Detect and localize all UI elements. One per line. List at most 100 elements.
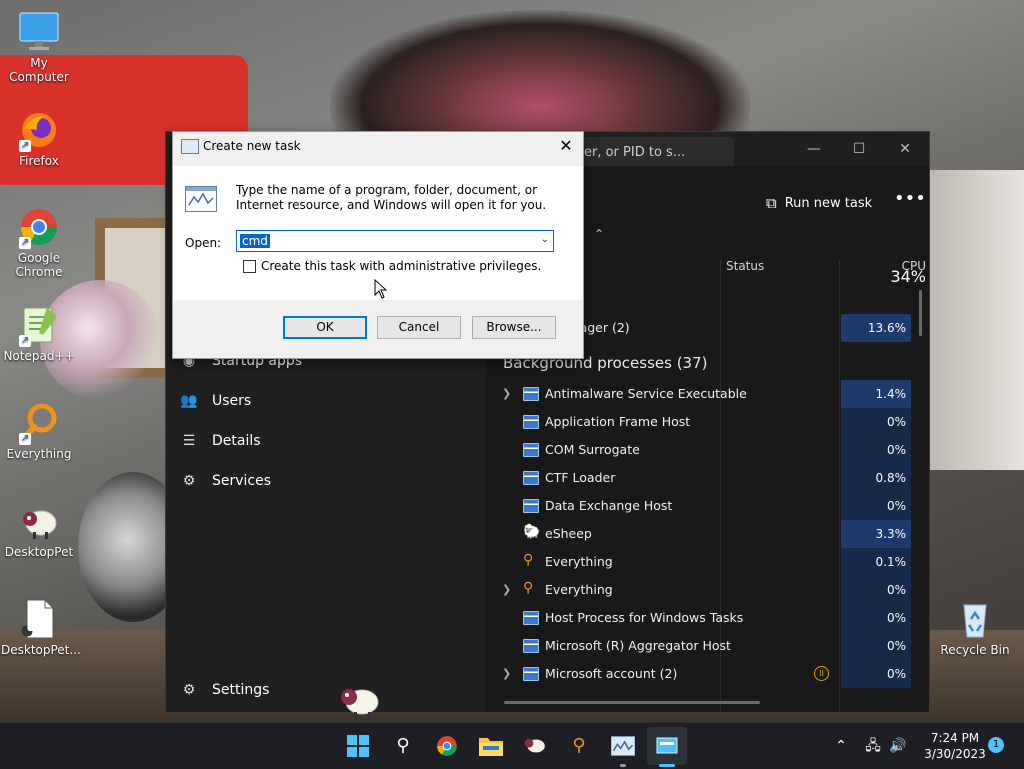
window-app-icon [523,611,539,625]
everything-icon: ↗ [17,401,61,445]
more-options-icon[interactable]: ••• [894,188,926,209]
suspended-pause-icon: II [814,666,829,681]
search-icon[interactable]: ⚲ [388,731,418,761]
desktop-icon-notepadpp[interactable]: ↗ Notepad++ [1,303,77,363]
table-row[interactable]: COM Surrogate 0% [486,436,929,464]
table-row[interactable]: CTF Loader 0.8% [486,464,929,492]
run-task-icon: ⧉ [766,194,777,212]
desktop-icon-label: Google Chrome [15,251,63,279]
details-list-icon: ☰ [182,433,196,449]
column-status[interactable]: Status [726,259,764,273]
clock-time: 7:24 PM [930,731,980,745]
table-row[interactable]: Data Exchange Host 0% [486,492,929,520]
cancel-button[interactable]: Cancel [377,316,461,339]
desktop-icon-everything[interactable]: ↗ Everything [1,401,77,461]
nav-settings[interactable]: ⚙ Settings [180,677,270,703]
open-label: Open: [185,236,222,250]
horizontal-scrollbar[interactable] [504,701,760,704]
chrome-icon[interactable] [432,731,462,761]
checkbox-box[interactable] [243,259,256,273]
users-icon: 👥 [180,393,198,409]
everything-icon[interactable]: ⚲ [564,731,594,761]
table-row[interactable]: Host Process for Windows Tasks 0% [486,604,929,632]
close-icon[interactable]: ✕ [553,134,579,158]
vertical-scrollbar[interactable] [919,290,922,336]
window-app-icon [523,471,539,485]
chevron-down-icon[interactable]: ⌄ [541,234,549,245]
firefox-icon: ↗ [17,108,61,152]
system-clock[interactable]: 7:24 PM 3/30/2023 [920,730,990,762]
task-manager-icon[interactable] [608,731,638,761]
nav-details[interactable]: ☰ Details [180,428,261,454]
taskbar: ⚲ ⚲ ⌃ 🖧 🔊 7:24 PM 3/30/2023 1 [0,722,1024,769]
window-app-icon [523,667,539,681]
desktop-pet-sheep[interactable] [338,682,382,725]
notification-badge[interactable]: 1 [988,737,1004,753]
maximize-icon[interactable]: ☐ [839,136,879,162]
browse-button[interactable]: Browse... [472,316,556,339]
expand-chevron-icon[interactable]: ❯ [502,583,511,596]
desktop-icon-my-computer[interactable]: My Computer [1,10,77,84]
desktop-icon-label: Firefox [19,154,59,168]
ok-button[interactable]: OK [283,316,367,339]
run-new-task-button[interactable]: ⧉ Run new task [766,194,872,212]
desktop-icon-label: DesktopPet... [1,643,81,657]
volume-icon[interactable]: 🔊 [883,731,913,761]
run-dialog-icon [181,139,199,154]
notepadpp-icon: ↗ [17,303,61,347]
services-gear-icon: ⚙ [182,473,196,489]
desktop-icon-label: My Computer [9,56,69,84]
chevron-up-icon[interactable]: ⌃ [826,731,856,761]
file-explorer-icon[interactable] [476,731,506,761]
shortcut-arrow-icon: ↗ [19,335,31,347]
sheep-icon: 🐑 [523,524,541,540]
table-row[interactable]: Application Frame Host 0% [486,408,929,436]
recycle-bin-icon [953,597,997,641]
shortcut-arrow-icon: ↗ [19,237,31,249]
window-app-icon [523,443,539,457]
open-combobox[interactable]: cmd ⌄ [236,230,554,252]
desktop-icon-recycle-bin[interactable]: Recycle Bin [937,597,1013,657]
shortcut-arrow-icon: ↗ [19,433,31,445]
chrome-icon: ↗ [17,205,61,249]
column-cpu[interactable]: CPU [886,259,926,273]
window-app-icon [523,415,539,429]
minimize-icon[interactable]: — [794,136,834,162]
desktop-icon-desktoppet-shortcut[interactable]: DesktopPet... [1,597,81,657]
window-app-icon [523,499,539,513]
dialog-title: Create new task [203,139,301,153]
start-windows-icon[interactable] [343,731,373,761]
run-program-icon [185,186,217,212]
wallpaper-shelf [930,170,1024,470]
run-dialog-taskbar-icon[interactable] [652,731,682,761]
create-new-task-dialog: Create new task ✕ Type the name of a pro… [172,131,584,359]
nav-users[interactable]: 👥 Users [180,388,251,414]
table-row[interactable]: ❯ Antimalware Service Executable 1.4% [486,380,929,408]
mouse-cursor-icon [374,278,388,302]
table-row[interactable]: ⚲ Everything 0.1% [486,548,929,576]
open-input-value[interactable]: cmd [240,234,270,248]
expand-chevron-icon[interactable]: ❯ [502,667,511,680]
shortcut-arrow-icon: ↗ [19,140,31,152]
dialog-description: Type the name of a program, folder, docu… [236,183,547,212]
sheep-icon[interactable] [520,731,550,761]
desktop-icon-chrome[interactable]: ↗ Google Chrome [1,205,77,279]
expand-chevron-icon[interactable]: ❯ [502,387,511,400]
table-row[interactable]: ❯ ⚲ Everything 0% [486,576,929,604]
everything-icon: ⚲ [523,552,534,568]
sort-arrow-icon[interactable]: ⌃ [594,227,604,241]
desktop-icon-desktoppet[interactable]: DesktopPet [1,499,77,559]
clock-date: 3/30/2023 [924,747,986,761]
table-row[interactable]: ❯ Microsoft account (2) II 0% [486,660,929,688]
admin-privileges-checkbox[interactable]: Create this task with administrative pri… [243,259,541,273]
close-icon[interactable]: ✕ [885,136,925,162]
window-app-icon [523,387,539,401]
desktop-icon-firefox[interactable]: ↗ Firefox [1,108,77,168]
nav-services[interactable]: ⚙ Services [180,468,271,494]
table-row[interactable]: Microsoft (R) Aggregator Host 0% [486,632,929,660]
table-row[interactable]: 🐑 eSheep 3.3% [486,520,929,548]
sheep-icon [17,499,61,543]
file-shortcut-icon [17,597,61,641]
window-app-icon [523,639,539,653]
running-indicator [620,764,626,767]
